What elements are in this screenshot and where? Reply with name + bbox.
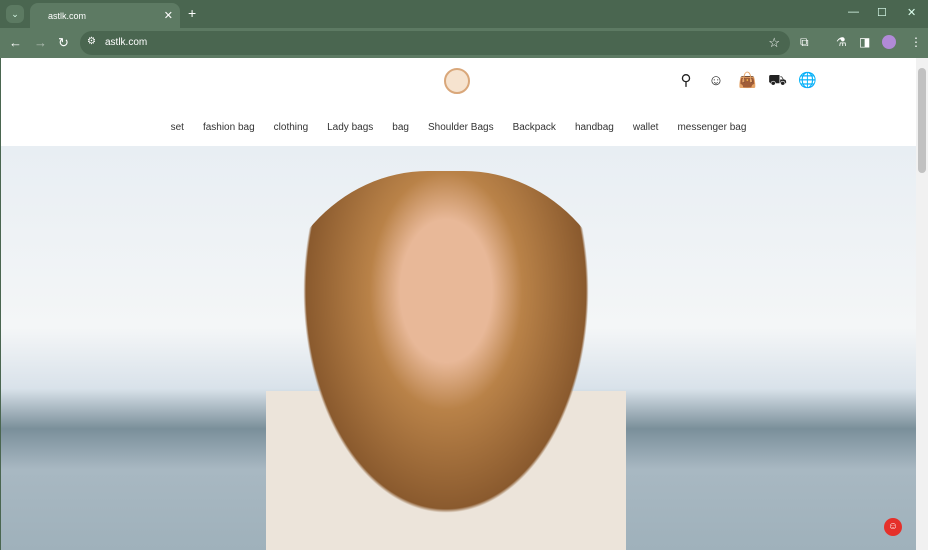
menu-item[interactable]: Backpack xyxy=(513,122,556,133)
web-page: ⚲ ☺ 👜 ⛟ 🌐 set fashion bag clothing Lady … xyxy=(1,58,916,550)
bookmark-star-icon[interactable]: ☆ xyxy=(768,35,780,51)
more-menu-icon[interactable]: ⋮ xyxy=(910,35,922,49)
reload-icon[interactable]: ↻ xyxy=(58,35,69,51)
tab-active[interactable]: astlk.com ✕ xyxy=(30,3,180,28)
menu-item[interactable]: set xyxy=(171,122,184,133)
menu-item[interactable]: handbag xyxy=(575,122,614,133)
maximize-icon[interactable]: ☐ xyxy=(877,6,887,19)
menu-item[interactable]: messenger bag xyxy=(677,122,746,133)
minimize-icon[interactable]: — xyxy=(848,6,859,18)
globe-icon[interactable]: 🌐 xyxy=(798,73,817,89)
delivery-icon[interactable]: ⛟ xyxy=(768,73,787,89)
site-info-icon[interactable]: ⚙ xyxy=(87,36,96,47)
scrollbar-thumb[interactable] xyxy=(918,68,926,173)
browser-toolbar: ← → ↻ ⚙ astlk.com ☆ ⧉ ⚗ ◨ ⋮ xyxy=(0,28,928,58)
back-icon[interactable]: ← xyxy=(9,35,22,50)
main-menu: set fashion bag clothing Lady bags bag S… xyxy=(1,122,916,133)
address-bar[interactable]: ⚙ astlk.com ☆ xyxy=(80,31,790,55)
url-text: astlk.com xyxy=(105,37,148,48)
menu-item[interactable]: clothing xyxy=(274,122,308,133)
account-icon[interactable]: ☺ xyxy=(708,73,724,89)
tab-bar: ⌄ astlk.com ✕ + — ☐ ✕ xyxy=(0,0,928,28)
extensions-icon[interactable]: ⧉ xyxy=(800,35,809,50)
new-tab-button[interactable]: + xyxy=(188,5,196,21)
profile-avatar[interactable] xyxy=(882,35,896,49)
scrollbar[interactable] xyxy=(916,58,928,550)
hero-banner-image[interactable] xyxy=(1,146,916,550)
menu-item[interactable]: Lady bags xyxy=(327,122,373,133)
labs-icon[interactable]: ⚗ xyxy=(836,35,847,49)
menu-item[interactable]: bag xyxy=(392,122,409,133)
chat-support-icon[interactable]: ☺ xyxy=(884,518,902,536)
forward-icon[interactable]: → xyxy=(34,35,47,50)
site-logo[interactable] xyxy=(444,68,470,94)
menu-item[interactable]: Shoulder Bags xyxy=(428,122,494,133)
tab-search-button[interactable]: ⌄ xyxy=(6,5,24,23)
tab-title: astlk.com xyxy=(48,11,87,21)
close-tab-icon[interactable]: ✕ xyxy=(164,9,173,22)
side-panel-icon[interactable]: ◨ xyxy=(859,35,870,49)
cart-icon[interactable]: 👜 xyxy=(738,73,757,89)
menu-item[interactable]: fashion bag xyxy=(203,122,255,133)
search-icon[interactable]: ⚲ xyxy=(678,73,694,89)
hero-model-figure xyxy=(266,171,626,550)
close-window-icon[interactable]: ✕ xyxy=(907,6,916,19)
menu-item[interactable]: wallet xyxy=(633,122,659,133)
